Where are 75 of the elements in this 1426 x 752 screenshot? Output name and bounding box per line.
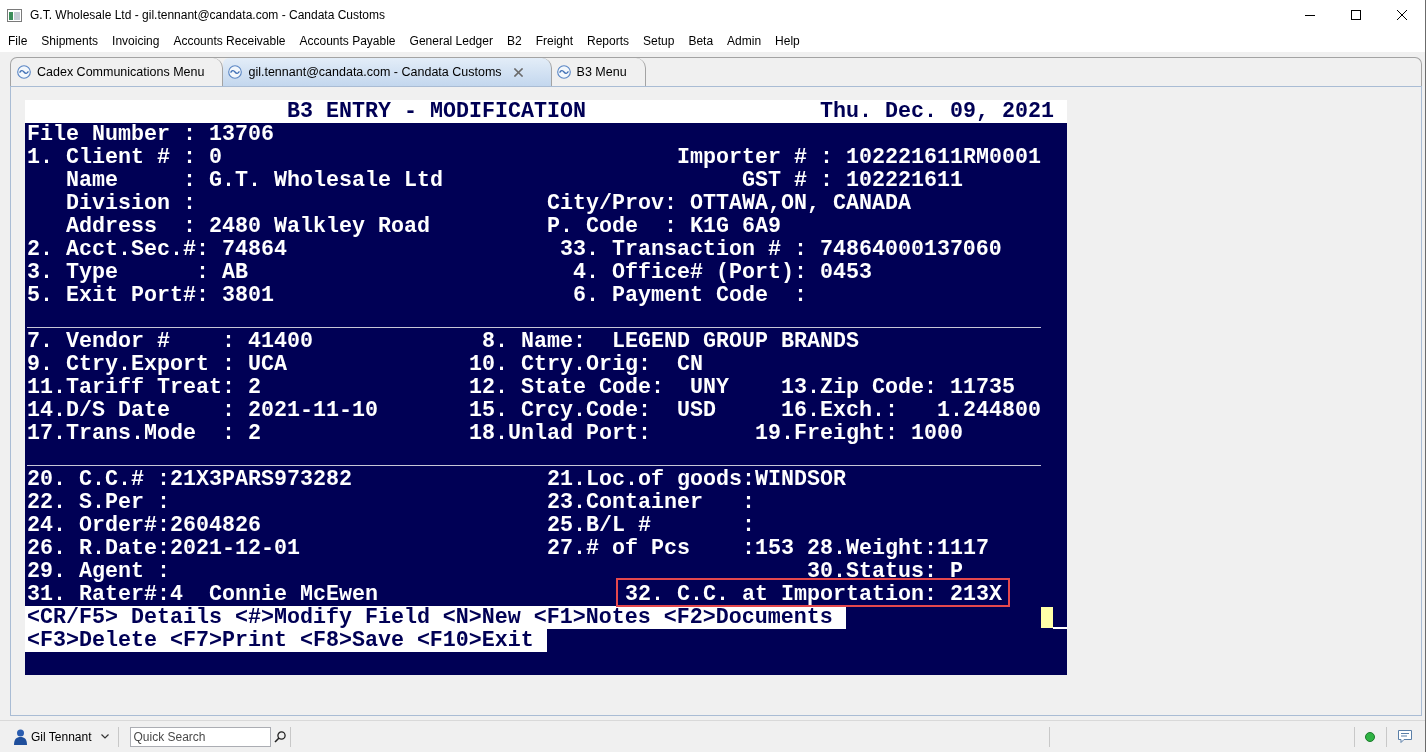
text-cursor-icon: [1041, 606, 1067, 629]
terminal-field: 28.Weight:1117: [807, 537, 989, 560]
terminal-field: 9. Ctry.Export : UCA: [27, 353, 287, 376]
window-title: G.T. Wholesale Ltd - gil.tennant@candata.com - Candata Customs: [30, 8, 387, 22]
search-icon[interactable]: [273, 730, 286, 743]
terminal-field: 32. C.C. at Importation: 213X: [625, 582, 1002, 607]
terminal-field: 19.Freight: 1000: [755, 422, 963, 445]
terminal-field: 27.# of Pcs :153: [547, 537, 794, 560]
command-hints: <CR/F5> Details <#>Modify Field <N>New <F1>Notes <F2>Documents: [25, 606, 846, 629]
terminal-field: 26. R.Date:2021-12-01: [27, 537, 300, 560]
minimize-icon: [1305, 14, 1315, 16]
terminal-field: City/Prov: OTTAWA,ON, CANADA: [547, 192, 911, 215]
screen-heading: B3 ENTRY - MODIFICATION: [287, 100, 586, 123]
wave-circle-icon: [556, 65, 571, 79]
terminal-field: 13.Zip Code: 11735: [781, 376, 1015, 399]
terminal-field: 14.D/S Date : 2021-11-10: [27, 399, 378, 422]
user-menu-button[interactable]: Gil Tennant: [14, 728, 109, 745]
terminal-field: 4. Office# (Port): 0453: [573, 261, 872, 284]
terminal-field: 11.Tariff Treat: 2: [27, 376, 261, 399]
terminal-field: 20. C.C.# :21X3PARS973282: [27, 468, 352, 491]
terminal-field: 23.Container :: [547, 491, 755, 514]
speech-bubble-icon[interactable]: [1398, 730, 1412, 743]
menu-item[interactable]: Invoicing: [105, 31, 167, 51]
wave-circle-icon: [228, 65, 243, 79]
terminal-field: 16.Exch.: 1.244800: [781, 399, 1041, 422]
terminal-field: 7. Vendor # : 41400: [27, 330, 313, 353]
menu-item[interactable]: Shipments: [34, 31, 106, 51]
user-icon: [14, 728, 27, 745]
terminal-field: 5. Exit Port#: 3801: [27, 284, 274, 307]
terminal-field: 29. Agent :: [27, 560, 170, 583]
menu-item[interactable]: Setup: [636, 31, 682, 51]
menu-item[interactable]: B2: [499, 31, 529, 51]
menu-item[interactable]: Freight: [528, 31, 580, 51]
close-icon[interactable]: [513, 67, 523, 77]
terminal-field: P. Code : K1G 6A9: [547, 215, 781, 238]
menu-item[interactable]: Beta: [681, 31, 721, 51]
search-field[interactable]: Quick Search: [129, 726, 271, 747]
terminal-field: 22. S.Per :: [27, 491, 170, 514]
caret-icon: [100, 734, 109, 739]
terminal-field: 10. Ctry.Orig: CN: [469, 353, 703, 376]
window-icon: [7, 8, 22, 22]
menu-item[interactable]: Admin: [720, 31, 769, 51]
tab[interactable]: gil.tennant@candata.com - Candata Customs: [223, 58, 552, 86]
menu-item[interactable]: Accounts Receivable: [166, 31, 293, 51]
maximize-icon: [1351, 10, 1361, 20]
terminal-field: 18.Unlad Port:: [469, 422, 651, 445]
close-icon: [1397, 10, 1407, 20]
terminal-field: File Number : 13706: [27, 123, 274, 146]
terminal-field: 15. Crcy.Code: USD: [469, 399, 716, 422]
terminal-field: 8. Name: LEGEND GROUP BRANDS: [482, 330, 859, 353]
wave-circle-icon: [17, 65, 31, 79]
terminal-field: 24. Order#:2604826: [27, 514, 261, 537]
terminal-field: 21.Loc.of goods:WINDSOR: [547, 468, 846, 491]
menu-item[interactable]: Help: [768, 31, 807, 51]
menu-item[interactable]: Reports: [580, 31, 636, 51]
terminal-field: 12. State Code: UNY: [469, 376, 729, 399]
terminal-field: Division :: [66, 192, 196, 215]
terminal-field: GST # : 102221611: [742, 169, 963, 192]
command-hints: <F3>Delete <F7>Print <F8>Save <F10>Exit: [25, 629, 547, 652]
menu-item[interactable]: Accounts Payable: [292, 31, 403, 51]
menu-item[interactable]: General Ledger: [402, 31, 500, 51]
terminal-field: 1. Client # : 0: [27, 146, 222, 169]
terminal-field: 33. Transaction # : 74864000137060: [560, 238, 1002, 261]
terminal-field: Importer # : 102221611RM0001: [677, 146, 1041, 169]
terminal-field: 31. Rater#:4 Connie McEwen: [27, 583, 378, 606]
terminal-field: 2. Acct.Sec.#: 74864: [27, 238, 287, 261]
terminal-field: Name : G.T. Wholesale Ltd: [66, 169, 443, 192]
terminal-field: Address : 2480 Walkley Road: [66, 215, 430, 238]
terminal-field: 3. Type : AB: [27, 261, 248, 284]
menu-item[interactable]: File: [1, 31, 35, 51]
terminal-field: 25.B/L # :: [547, 514, 755, 537]
terminal-field: 30.Status: P: [807, 560, 963, 583]
terminal-field: 17.Trans.Mode : 2: [27, 422, 261, 445]
screen-heading: Thu. Dec. 09, 2021: [820, 100, 1054, 123]
terminal-field: 6. Payment Code :: [573, 284, 807, 307]
